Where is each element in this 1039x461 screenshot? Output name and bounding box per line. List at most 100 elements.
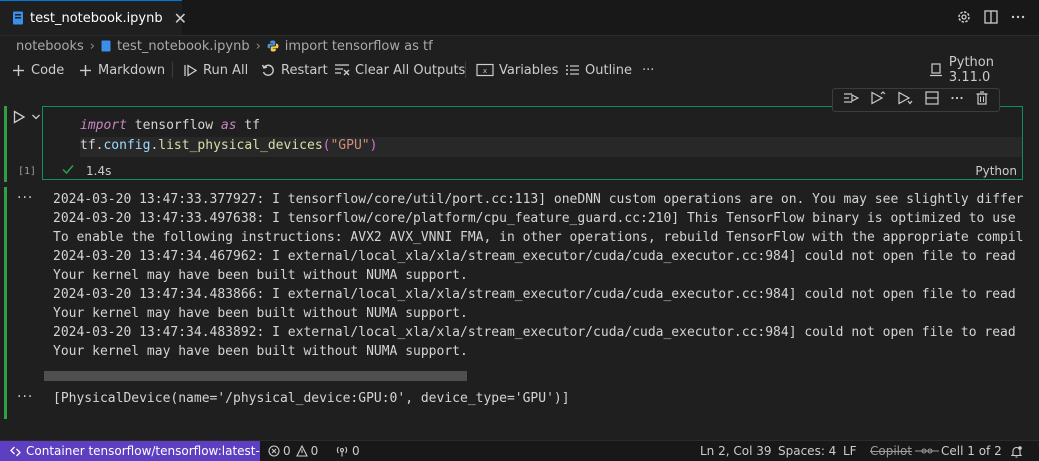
clear-all-outputs-label: Clear All Outputs	[355, 62, 466, 78]
restart-icon	[260, 62, 276, 78]
variables-button[interactable]: x Variables	[476, 58, 558, 82]
cursor-position[interactable]: Ln 2, Col 39	[700, 443, 772, 459]
problems-indicator[interactable]: 0 0	[268, 443, 318, 459]
more-cell-actions-icon[interactable]	[950, 91, 964, 109]
execute-above-icon[interactable]	[870, 91, 886, 109]
add-markdown-label: Markdown	[98, 62, 166, 78]
notebook-file-icon	[101, 40, 111, 52]
output-more-icon[interactable]: ···	[17, 389, 33, 405]
add-code-label: Code	[31, 62, 65, 78]
outline-button[interactable]: Outline	[564, 58, 632, 82]
stderr-line: Your kernel may have been built without …	[53, 306, 468, 321]
clear-all-outputs-button[interactable]: Clear All Outputs	[334, 58, 465, 82]
tab-bar: test_notebook.ipynb ✕	[0, 0, 1039, 36]
breadcrumb-symbol[interactable]: import tensorflow as tf	[285, 39, 433, 54]
code-line-1: import tensorflow as tf	[80, 118, 260, 133]
module-name: tensorflow	[126, 118, 221, 133]
output-status-bar	[4, 187, 7, 419]
stderr-line: 2024-03-20 13:47:34.467962: I external/l…	[53, 249, 1023, 264]
stderr-line: 2024-03-20 13:47:34.483866: I external/l…	[53, 287, 1023, 302]
indentation[interactable]: Spaces: 4	[778, 443, 836, 459]
restart-button[interactable]: Restart	[260, 58, 328, 82]
variables-label: Variables	[499, 62, 559, 78]
python-icon	[267, 40, 279, 52]
line-endings[interactable]: LF	[843, 443, 857, 459]
execution-count: [1]	[18, 166, 37, 177]
kernel-picker-button[interactable]: Python 3.11.0	[928, 55, 1039, 85]
output-more-icon[interactable]: ···	[17, 190, 33, 206]
check-icon	[62, 163, 74, 178]
ports-indicator[interactable]: 0	[335, 443, 360, 459]
chevron-right-icon: ›	[255, 38, 261, 54]
notebook-file-icon	[12, 11, 24, 25]
remote-label: Container tensorflow/tensorflow:latest-g…	[26, 444, 260, 458]
code-token: tf	[80, 138, 96, 153]
toolbar-more-button[interactable]: ···	[642, 58, 654, 82]
svg-text:x: x	[483, 67, 487, 75]
run-cell-icon[interactable]	[12, 110, 26, 128]
stderr-line: To enable the following instructions: AV…	[53, 230, 1023, 245]
tab-test-notebook[interactable]: test_notebook.ipynb ✕	[0, 0, 187, 35]
copilot-disabled-icon	[915, 446, 940, 456]
string-literal: "GPU"	[330, 138, 370, 153]
copilot-status[interactable]: Copilot	[870, 443, 940, 459]
close-icon[interactable]: ✕	[174, 9, 187, 28]
copilot-label: Copilot	[870, 444, 913, 458]
stderr-line: Your kernel may have been built without …	[53, 268, 468, 283]
variables-icon: x	[476, 62, 494, 78]
toolbar-divider	[172, 62, 173, 78]
split-editor-icon[interactable]	[982, 8, 1000, 26]
stderr-line: 2024-03-20 13:47:34.483892: I external/l…	[53, 325, 1023, 340]
alias-name: tf	[236, 118, 261, 133]
cell-status-bar	[4, 106, 7, 182]
cell-toolbar	[832, 88, 1000, 112]
split-cell-icon[interactable]	[925, 91, 939, 109]
breadcrumb-folder[interactable]: notebooks	[16, 39, 84, 54]
cell-language[interactable]: Python	[975, 164, 1017, 178]
notification-bell-icon[interactable]	[1010, 443, 1023, 459]
stderr-line: 2024-03-20 13:47:33.377927: I tensorflow…	[53, 192, 1023, 207]
keyword-as: as	[220, 118, 237, 133]
breadcrumb: notebooks › test_notebook.ipynb › import…	[16, 37, 433, 55]
chevron-down-icon[interactable]	[31, 111, 41, 126]
cell-status-row: 1.4s Python	[42, 162, 1023, 180]
code-token: config	[103, 138, 151, 153]
error-count: 0	[283, 444, 291, 458]
ellipsis-icon: ···	[642, 62, 655, 78]
breadcrumb-file[interactable]: test_notebook.ipynb	[117, 39, 250, 54]
clear-all-icon	[334, 62, 350, 78]
warning-count: 0	[310, 444, 319, 458]
cell-indicator[interactable]: Cell 1 of 2	[941, 443, 1002, 459]
gear-icon[interactable]	[955, 8, 973, 26]
horizontal-scrollbar[interactable]	[44, 371, 467, 381]
run-all-label: Run All	[203, 62, 249, 78]
code-line-2: tf.config.list_physical_devices("GPU")	[80, 138, 377, 153]
plus-icon	[77, 62, 93, 78]
execution-duration: 1.4s	[86, 164, 112, 178]
add-markdown-cell-button[interactable]: Markdown	[77, 58, 165, 82]
ports-count: 0	[352, 444, 360, 458]
function-name: list_physical_devices	[158, 138, 323, 153]
delete-cell-icon[interactable]	[975, 91, 989, 109]
error-icon	[268, 445, 280, 457]
remote-icon	[10, 446, 21, 457]
remote-indicator[interactable]: Container tensorflow/tensorflow:latest-g…	[0, 441, 260, 461]
kernel-icon	[928, 62, 944, 78]
status-bar: Container tensorflow/tensorflow:latest-g…	[0, 440, 1039, 461]
run-all-button[interactable]: Run All	[182, 58, 248, 82]
toolbar-divider	[465, 62, 466, 78]
stderr-line: 2024-03-20 13:47:33.497638: I tensorflow…	[53, 211, 1023, 226]
chevron-right-icon: ›	[89, 38, 95, 54]
kernel-label: Python 3.11.0	[948, 55, 994, 85]
result-output: [PhysicalDevice(name='/physical_device:G…	[53, 391, 570, 406]
restart-label: Restart	[281, 62, 328, 78]
stderr-line: Your kernel may have been built without …	[53, 344, 468, 359]
outline-icon	[564, 62, 580, 78]
plus-icon	[10, 62, 26, 78]
run-all-icon	[182, 62, 198, 78]
outline-label: Outline	[585, 62, 633, 78]
add-code-cell-button[interactable]: Code	[10, 58, 64, 82]
execute-below-icon[interactable]	[897, 91, 913, 109]
run-by-line-icon[interactable]	[843, 91, 859, 109]
more-actions-icon[interactable]	[1009, 8, 1027, 26]
